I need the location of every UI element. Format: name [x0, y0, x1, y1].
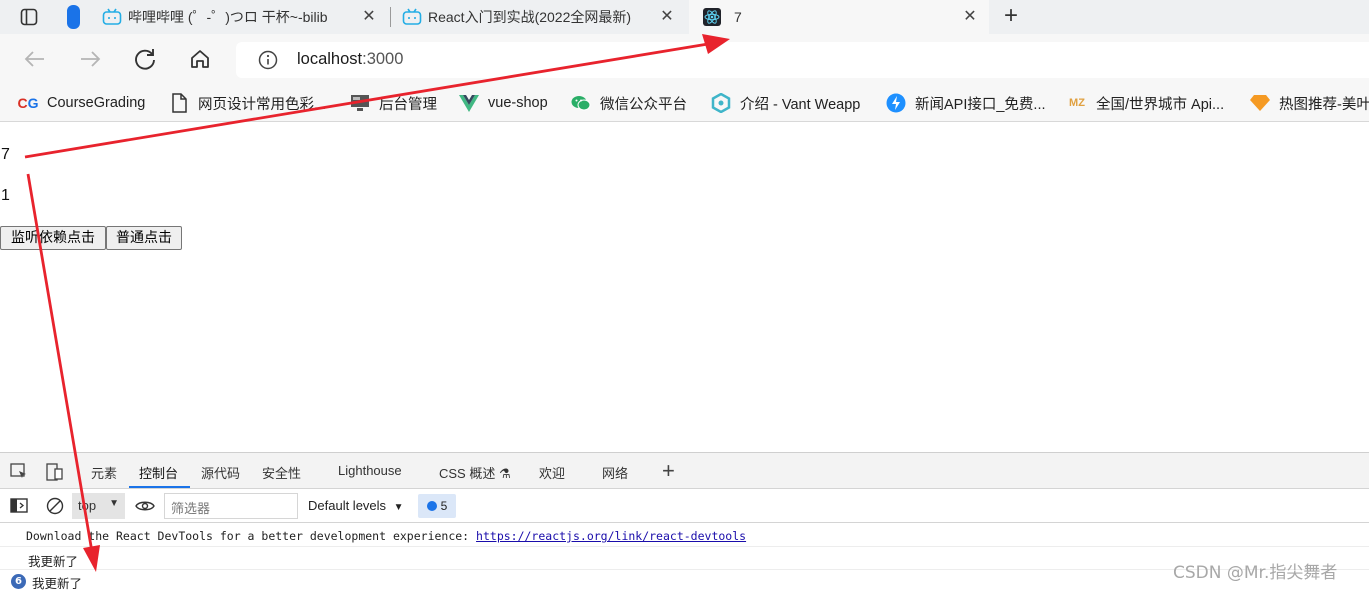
- normal-click-button[interactable]: 普通点击: [106, 226, 182, 250]
- console-log-row: 我更新了: [0, 547, 1369, 570]
- bookmark-coursegrading[interactable]: CG CourseGrading: [17, 92, 146, 114]
- watermark: CSDN @Mr.指尖舞者: [1173, 563, 1338, 583]
- monitor-icon: [350, 93, 370, 113]
- clear-console-icon[interactable]: [46, 497, 64, 515]
- close-tab-icon[interactable]: ✕: [360, 8, 378, 26]
- tab-sources[interactable]: 源代码: [201, 463, 240, 482]
- mz-icon: MZ: [1069, 97, 1085, 109]
- new-tab-button[interactable]: +: [1000, 2, 1022, 30]
- devtools-panel: 元素 控制台 源代码 安全性 Lighthouse CSS 概述 ⚗ 欢迎 网络…: [0, 452, 1369, 591]
- repeat-count-badge: 6: [11, 574, 26, 589]
- bookmarks-bar: CG CourseGrading 网页设计常用色彩... 后台管理 vue-sh…: [0, 84, 1369, 122]
- bilibili-icon: [402, 8, 422, 26]
- sidebar-toggle-icon[interactable]: [10, 498, 28, 514]
- site-info-icon[interactable]: [258, 50, 278, 70]
- close-tab-icon[interactable]: ✕: [961, 8, 979, 26]
- lightning-icon: [886, 93, 906, 113]
- devtools-tab-bar: 元素 控制台 源代码 安全性 Lighthouse CSS 概述 ⚗ 欢迎 网络…: [0, 453, 1369, 489]
- bilibili-icon: [102, 8, 122, 26]
- document-icon: [169, 93, 189, 113]
- react-icon: [703, 8, 721, 26]
- effect-click-button[interactable]: 监听依赖点击: [0, 226, 106, 250]
- dropdown-caret-icon: ▼: [109, 498, 119, 509]
- bookmark-vue-shop[interactable]: vue-shop: [459, 92, 548, 114]
- dropdown-caret-icon: ▼: [393, 502, 404, 513]
- active-tab-indicator: [129, 486, 190, 488]
- coursegrading-icon: CG: [17, 95, 39, 111]
- url-text: localhost:3000: [297, 50, 404, 68]
- tab-css-overview[interactable]: CSS 概述 ⚗: [439, 463, 511, 482]
- page-content: 7 1 监听依赖点击 普通点击: [0, 122, 1369, 452]
- tab-welcome[interactable]: 欢迎: [539, 463, 565, 482]
- flask-icon: ⚗: [498, 466, 511, 481]
- vue-icon: [459, 93, 479, 113]
- bookmark-wechat[interactable]: 微信公众平台: [571, 92, 687, 114]
- message-icon: [426, 501, 437, 511]
- back-arrow-icon[interactable]: [20, 44, 50, 74]
- bookmark-vant[interactable]: 介绍 - Vant Weapp: [711, 92, 860, 114]
- tab-elements[interactable]: 元素: [91, 463, 117, 482]
- log-levels-dropdown[interactable]: Default levels ▼: [308, 498, 404, 513]
- tab-title: 7: [734, 9, 742, 25]
- browser-tab-strip: 哔哩哔哩 (゜-゜)つロ 干杯~-bilib ✕ React入门到实战(2022…: [0, 0, 1369, 34]
- device-toolbar-icon[interactable]: [46, 463, 64, 481]
- reload-icon[interactable]: [130, 44, 160, 74]
- tab-active-localhost[interactable]: 7 ✕: [689, 0, 989, 34]
- diamond-icon: [1250, 93, 1270, 113]
- message-count-badge[interactable]: 5: [418, 494, 456, 518]
- count-b-text: 1: [1, 187, 10, 204]
- browser-toolbar: localhost:3000: [0, 34, 1369, 84]
- tab-actions-icon[interactable]: [20, 8, 38, 26]
- add-panel-icon[interactable]: +: [662, 458, 675, 484]
- tab-console[interactable]: 控制台: [139, 463, 178, 482]
- workspace-icon[interactable]: [67, 5, 80, 29]
- inspect-element-icon[interactable]: [10, 463, 28, 481]
- bookmark-admin[interactable]: 后台管理: [350, 92, 437, 114]
- tab-title: 哔哩哔哩 (゜-゜)つロ 干杯~-bilib: [128, 9, 328, 25]
- home-icon[interactable]: [185, 44, 215, 74]
- wechat-icon: [571, 93, 591, 113]
- tab-network[interactable]: 网络: [602, 463, 628, 482]
- bookmark-heatmap[interactable]: 热图推荐-美叶: [1250, 92, 1369, 114]
- address-bar[interactable]: localhost:3000: [236, 42, 1369, 78]
- live-expression-eye-icon[interactable]: [135, 498, 155, 514]
- console-filter-input[interactable]: 筛选器: [164, 493, 298, 519]
- console-log-row: Download the React DevTools for a better…: [0, 524, 1369, 547]
- close-tab-icon[interactable]: ✕: [658, 8, 676, 26]
- count-a-text: 7: [1, 146, 10, 163]
- forward-arrow-icon[interactable]: [75, 44, 105, 74]
- vant-icon: [711, 93, 731, 113]
- bookmark-news-api[interactable]: 新闻API接口_免费...: [886, 92, 1046, 114]
- tab-react-course[interactable]: React入门到实战(2022全网最新) ✕: [402, 0, 686, 34]
- console-toolbar: top ▼ 筛选器 Default levels ▼ 5: [0, 489, 1369, 523]
- tab-security[interactable]: 安全性: [262, 463, 301, 482]
- context-select[interactable]: top ▼: [72, 493, 125, 519]
- tab-bilibili-home[interactable]: 哔哩哔哩 (゜-゜)つロ 干杯~-bilib ✕: [102, 0, 388, 34]
- bookmark-city-api[interactable]: MZ 全国/世界城市 Api...: [1067, 92, 1224, 114]
- bookmark-web-colors[interactable]: 网页设计常用色彩...: [169, 92, 326, 114]
- tab-title: React入门到实战(2022全网最新): [428, 9, 632, 25]
- react-devtools-link[interactable]: https://reactjs.org/link/react-devtools: [476, 529, 746, 543]
- tab-lighthouse[interactable]: Lighthouse: [338, 463, 402, 478]
